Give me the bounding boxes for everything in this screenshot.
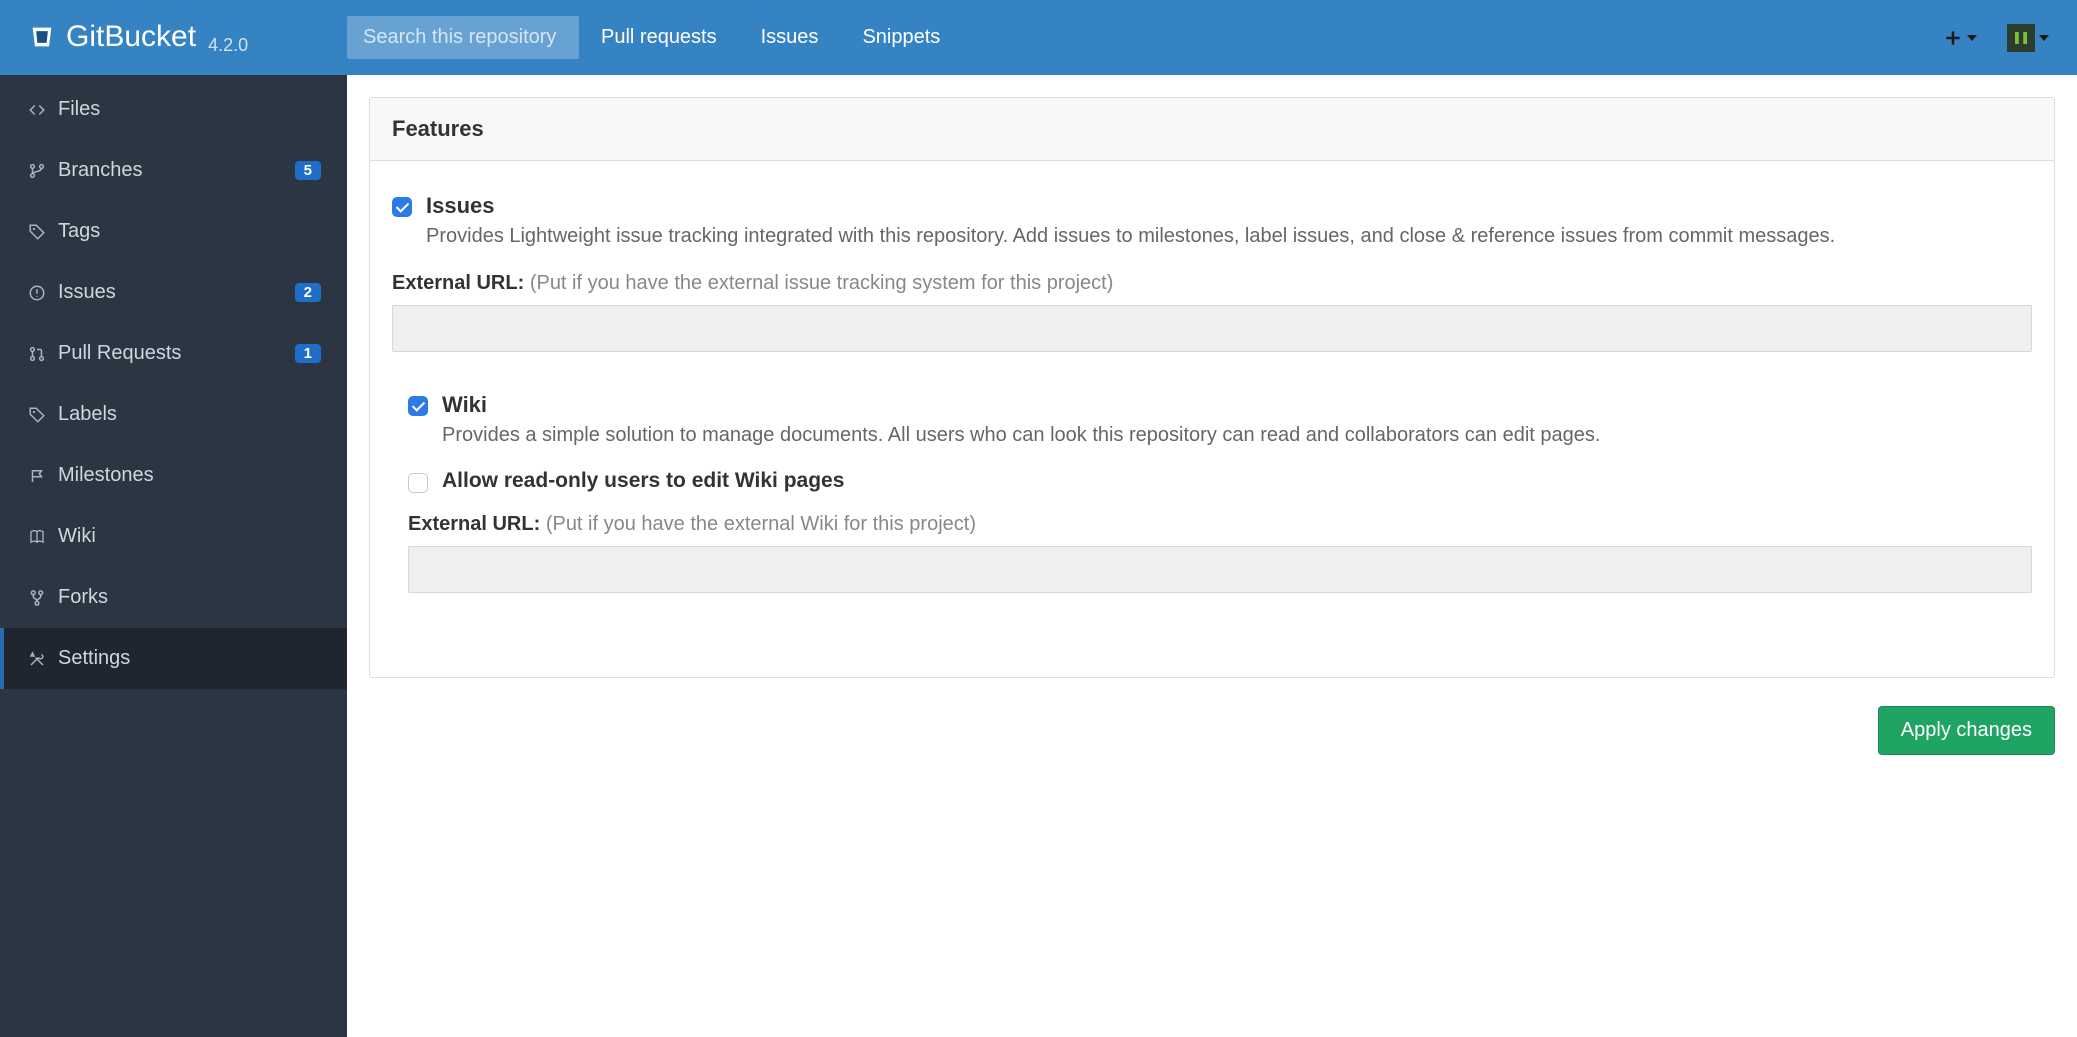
sidebar-item-pull-requests[interactable]: Pull Requests 1 bbox=[0, 323, 347, 384]
issue-icon bbox=[26, 284, 48, 302]
tag-icon bbox=[26, 406, 48, 424]
sidebar-item-labels[interactable]: Labels bbox=[0, 384, 347, 445]
chevron-down-icon bbox=[1967, 35, 1977, 41]
sidebar-item-issues[interactable]: Issues 2 bbox=[0, 262, 347, 323]
sidebar-item-label: Labels bbox=[58, 403, 321, 426]
search-input[interactable] bbox=[347, 16, 579, 59]
sidebar-item-forks[interactable]: Forks bbox=[0, 567, 347, 628]
count-badge: 1 bbox=[295, 344, 321, 363]
fork-icon bbox=[26, 589, 48, 607]
header: GitBucket 4.2.0 Pull requests Issues Sni… bbox=[0, 0, 2077, 75]
nav-pull-requests[interactable]: Pull requests bbox=[601, 26, 717, 49]
issues-external-label: External URL: bbox=[392, 272, 524, 294]
panel-body: Issues Provides Lightweight issue tracki… bbox=[370, 161, 2054, 677]
sidebar-item-label: Milestones bbox=[58, 464, 321, 487]
sidebar-item-label: Tags bbox=[58, 220, 321, 243]
app-name: GitBucket bbox=[66, 20, 196, 54]
sidebar-item-label: Forks bbox=[58, 586, 321, 609]
sidebar-item-label: Settings bbox=[58, 647, 321, 670]
issues-external-url-input[interactable] bbox=[392, 305, 2032, 352]
feature-issues: Issues Provides Lightweight issue tracki… bbox=[392, 193, 2032, 352]
sidebar-item-settings[interactable]: Settings bbox=[0, 628, 347, 689]
sidebar-item-branches[interactable]: Branches 5 bbox=[0, 140, 347, 201]
plus-icon bbox=[1943, 28, 1963, 48]
logo-link[interactable]: GitBucket bbox=[28, 20, 196, 54]
sidebar-item-label: Pull Requests bbox=[58, 342, 285, 365]
wiki-checkbox[interactable] bbox=[408, 396, 428, 416]
wiki-external-hint: (Put if you have the external Wiki for t… bbox=[546, 513, 976, 535]
count-badge: 5 bbox=[295, 161, 321, 180]
issues-external-hint: (Put if you have the external issue trac… bbox=[530, 272, 1114, 294]
wiki-external-label: External URL: bbox=[408, 513, 540, 535]
wiki-allow-ro-label: Allow read-only users to edit Wiki pages bbox=[442, 469, 844, 493]
create-menu[interactable] bbox=[1943, 28, 1977, 48]
feature-wiki: Wiki Provides a simple solution to manag… bbox=[408, 392, 2032, 593]
sidebar-item-label: Wiki bbox=[58, 525, 321, 548]
sidebar-item-milestones[interactable]: Milestones bbox=[0, 445, 347, 506]
issues-checkbox[interactable] bbox=[392, 197, 412, 217]
count-badge: 2 bbox=[295, 283, 321, 302]
issues-title: Issues bbox=[426, 193, 1835, 219]
tools-icon bbox=[26, 650, 48, 668]
issues-description: Provides Lightweight issue tracking inte… bbox=[426, 221, 1835, 252]
sidebar-item-tags[interactable]: Tags bbox=[0, 201, 347, 262]
main-content: Features Issues Provides Lightweight iss… bbox=[347, 75, 2077, 1037]
wiki-description: Provides a simple solution to manage doc… bbox=[442, 420, 1600, 451]
user-menu[interactable] bbox=[2007, 24, 2049, 52]
nav-issues[interactable]: Issues bbox=[761, 26, 819, 49]
issues-external-label-row: External URL: (Put if you have the exter… bbox=[392, 272, 2032, 295]
panel-title: Features bbox=[370, 98, 2054, 161]
tag-icon bbox=[26, 223, 48, 241]
sidebar: Files Branches 5 Tags Issues 2 bbox=[0, 75, 347, 1037]
avatar-icon bbox=[2012, 29, 2030, 47]
sidebar-item-label: Issues bbox=[58, 281, 285, 304]
code-icon bbox=[26, 101, 48, 119]
sidebar-item-label: Branches bbox=[58, 159, 285, 182]
sidebar-item-files[interactable]: Files bbox=[0, 79, 347, 140]
book-icon bbox=[26, 528, 48, 546]
avatar bbox=[2007, 24, 2035, 52]
gitbucket-icon bbox=[28, 23, 56, 51]
sidebar-item-label: Files bbox=[58, 98, 321, 121]
nav-snippets[interactable]: Snippets bbox=[862, 26, 940, 49]
features-panel: Features Issues Provides Lightweight iss… bbox=[369, 97, 2055, 678]
wiki-external-label-row: External URL: (Put if you have the exter… bbox=[408, 513, 2032, 536]
wiki-allow-ro-checkbox[interactable] bbox=[408, 473, 428, 493]
milestone-icon bbox=[26, 467, 48, 485]
actions: Apply changes bbox=[369, 706, 2055, 755]
apply-button[interactable]: Apply changes bbox=[1878, 706, 2055, 755]
chevron-down-icon bbox=[2039, 35, 2049, 41]
branch-icon bbox=[26, 162, 48, 180]
wiki-external-url-input[interactable] bbox=[408, 546, 2032, 593]
wiki-title: Wiki bbox=[442, 392, 1600, 418]
app-version: 4.2.0 bbox=[208, 35, 248, 56]
pull-request-icon bbox=[26, 345, 48, 363]
sidebar-item-wiki[interactable]: Wiki bbox=[0, 506, 347, 567]
header-actions bbox=[1943, 24, 2049, 52]
nav-links: Pull requests Issues Snippets bbox=[601, 26, 940, 49]
logo-area: GitBucket 4.2.0 bbox=[28, 20, 347, 56]
